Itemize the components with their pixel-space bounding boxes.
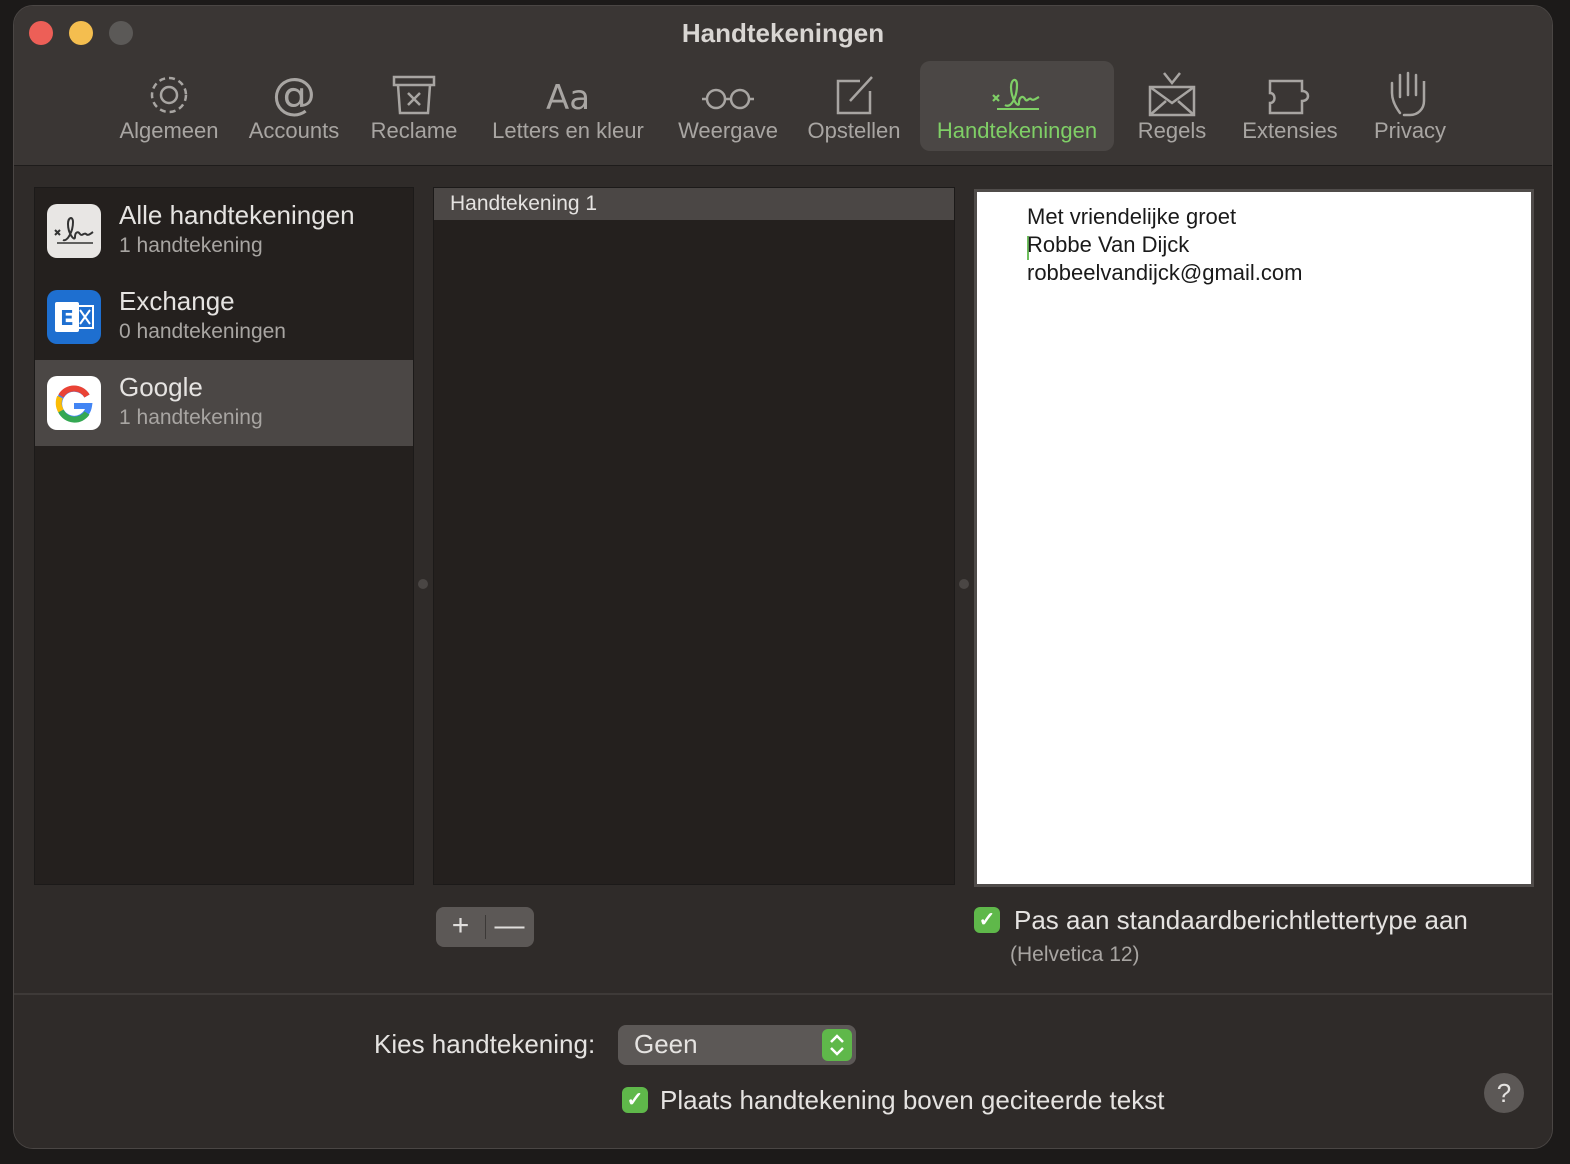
window-title: Handtekeningen	[681, 18, 885, 48]
rules-icon	[1148, 72, 1196, 117]
tab-reclame[interactable]: Reclame	[362, 61, 466, 151]
account-count: 1 handtekening	[119, 406, 263, 429]
account-name: Alle handtekeningen	[119, 200, 355, 230]
svg-text:@: @	[272, 69, 316, 119]
account-count: 0 handtekeningen	[119, 320, 286, 343]
tab-opstellen[interactable]: Opstellen	[800, 61, 908, 151]
chevron-updown-icon	[822, 1029, 852, 1061]
glasses-icon	[702, 88, 754, 110]
tab-accounts[interactable]: @ Accounts	[238, 61, 350, 151]
account-name: Google	[119, 372, 203, 402]
help-button[interactable]: ?	[1484, 1073, 1524, 1113]
account-count: 1 handtekening	[119, 234, 263, 257]
signature-icon	[992, 78, 1040, 110]
preferences-window: Handtekeningen Algemeen @ Accounts Recla…	[13, 5, 1553, 1149]
gear-icon	[150, 76, 188, 114]
list-item[interactable]: Handtekening 1	[434, 188, 954, 220]
title-bar: Handtekeningen Algemeen @ Accounts Recla…	[14, 6, 1552, 166]
svg-text:Aa: Aa	[546, 78, 590, 118]
bottom-bar: Kies handtekening: Geen ✓ Plaats handtek…	[14, 993, 1552, 1148]
at-icon: @	[272, 69, 316, 119]
tab-label: Accounts	[248, 118, 340, 143]
place-above-quote-label: Plaats handtekening boven geciteerde tek…	[660, 1085, 1165, 1115]
account-name: Exchange	[119, 286, 235, 316]
tab-label: Reclame	[370, 118, 458, 143]
fonts-icon: Aa	[546, 78, 590, 118]
splitter-handle[interactable]	[959, 579, 969, 589]
font-option-sub: (Helvetica 12)	[1010, 943, 1140, 966]
puzzle-icon	[1268, 79, 1310, 115]
editor-line: Met vriendelijke groet	[1027, 204, 1237, 229]
choose-signature-select[interactable]: Geen	[618, 1025, 856, 1065]
remove-signature-button[interactable]: —	[485, 907, 534, 947]
svg-text:E: E	[60, 306, 74, 330]
signature-list: Handtekening 1	[433, 187, 955, 885]
add-remove-control: + —	[436, 907, 534, 947]
tab-label: Weergave	[678, 118, 778, 143]
tab-privacy[interactable]: Privacy	[1362, 61, 1458, 151]
tab-regels[interactable]: Regels	[1126, 61, 1218, 151]
compose-icon	[836, 76, 873, 115]
signature-name: Handtekening 1	[450, 192, 598, 215]
tab-label: Algemeen	[119, 118, 219, 143]
preferences-toolbar: Algemeen @ Accounts Reclame Aa Letters e…	[14, 61, 1552, 151]
junk-icon	[392, 75, 436, 115]
font-option-checkbox[interactable]: ✓	[974, 907, 1000, 933]
signatures-content: Alle handtekeningen 1 handtekening E Exc…	[14, 167, 1552, 993]
tab-algemeen[interactable]: Algemeen	[110, 61, 228, 151]
tab-extensies[interactable]: Extensies	[1232, 61, 1348, 151]
tab-label: Extensies	[1242, 118, 1338, 143]
account-item-alle[interactable]: Alle handtekeningen 1 handtekening	[35, 188, 413, 274]
signature-icon	[47, 204, 101, 258]
splitter-handle[interactable]	[418, 579, 428, 589]
editor-line: Robbe Van Dijck	[1027, 232, 1190, 257]
place-above-quote-checkbox[interactable]: ✓	[622, 1087, 648, 1113]
google-icon	[47, 376, 101, 430]
tab-label: Regels	[1137, 118, 1207, 143]
tab-letters-en-kleur[interactable]: Aa Letters en kleur	[480, 61, 656, 151]
font-option-label: Pas aan standaardberichtlettertype aan	[1014, 905, 1468, 935]
tab-weergave[interactable]: Weergave	[670, 61, 786, 151]
hand-icon	[1390, 71, 1426, 117]
exchange-icon: E	[47, 290, 101, 344]
account-item-google[interactable]: Google 1 handtekening	[35, 360, 413, 446]
tab-label: Opstellen	[807, 118, 901, 143]
tab-label: Privacy	[1373, 118, 1447, 143]
add-signature-button[interactable]: +	[436, 907, 485, 947]
account-item-exchange[interactable]: E Exchange 0 handtekeningen	[35, 274, 413, 360]
choose-signature-label: Kies handtekening:	[374, 1029, 596, 1059]
tab-handtekeningen[interactable]: Handtekeningen	[920, 61, 1114, 151]
accounts-list: Alle handtekeningen 1 handtekening E Exc…	[34, 187, 414, 885]
signature-editor[interactable]: Met vriendelijke groet Robbe Van Dijck r…	[974, 189, 1534, 887]
tab-label: Handtekeningen	[936, 118, 1098, 143]
tab-label: Letters en kleur	[492, 118, 644, 143]
editor-line: robbeelvandijck@gmail.com	[1027, 260, 1303, 285]
select-value: Geen	[634, 1029, 698, 1059]
